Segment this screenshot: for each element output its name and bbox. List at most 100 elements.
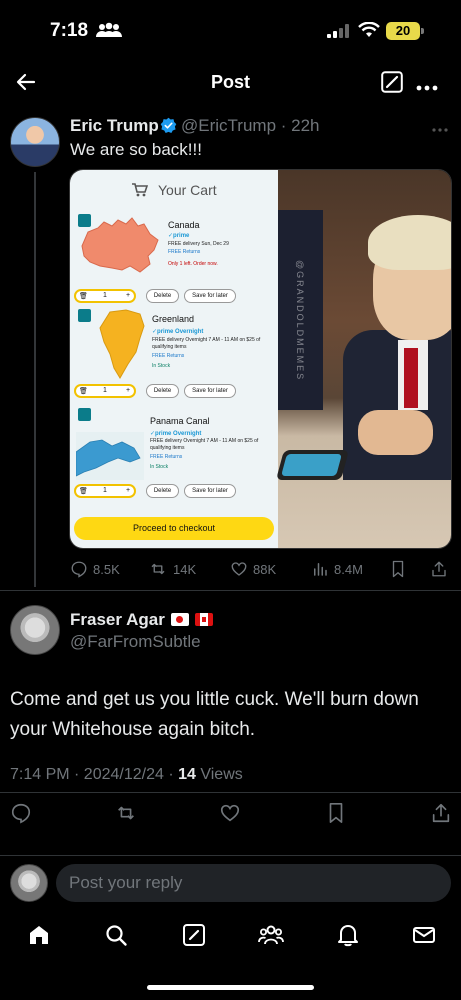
post-image[interactable]: Your Cart Canada ✓prime FREE delivery Su…	[69, 169, 452, 549]
wifi-icon	[358, 21, 380, 43]
save-for-later-button[interactable]: Save for later	[184, 384, 236, 398]
reply-time: 7:14 PM · 2024/12/24 ·	[10, 766, 179, 783]
delete-button[interactable]: Delete	[146, 384, 179, 398]
divider	[0, 590, 461, 591]
returns-text: FREE Returns	[168, 249, 201, 255]
engagement-bar: 8.5K 14K 88K 8.4M	[0, 560, 461, 580]
status-time: 7:18	[50, 20, 89, 41]
item-name: Greenland	[152, 314, 195, 324]
communities-icon[interactable]	[258, 923, 284, 952]
top-nav: Post	[0, 60, 461, 104]
post-menu-icon[interactable]	[432, 119, 448, 137]
own-avatar[interactable]	[10, 864, 48, 902]
grok-compose-icon[interactable]	[381, 71, 403, 98]
qty-value: 1	[103, 487, 107, 494]
share-icon[interactable]	[430, 560, 453, 578]
like-count-text: 88K	[253, 561, 277, 577]
post-text: We are so back!!!	[70, 140, 202, 159]
hair	[368, 215, 451, 270]
reply-count-text: 8.5K	[93, 561, 120, 577]
delivery-text: FREE delivery Overnight 7 AM - 11 AM on …	[150, 438, 259, 451]
handle-text: @EricTrump	[181, 116, 277, 135]
status-bar: 7:18 20	[0, 0, 461, 60]
home-icon[interactable]	[27, 923, 51, 952]
item-name: Canada	[168, 220, 200, 230]
heart-icon	[231, 562, 247, 576]
author-handle: @EricTrump · 22h	[181, 116, 320, 135]
proceed-to-checkout-button[interactable]: Proceed to checkout	[74, 517, 274, 540]
trash-icon[interactable]: 🗑	[79, 487, 88, 495]
clasped-hands	[358, 410, 433, 455]
delivery-text: FREE delivery Overnight 7 AM - 11 AM on …	[152, 337, 261, 350]
stock-text: In Stock	[150, 464, 169, 470]
avatar[interactable]	[10, 117, 60, 167]
panama-map-icon	[76, 432, 144, 480]
stock-text: Only 1 left. Order now.	[168, 261, 218, 267]
cart-icon	[132, 183, 149, 202]
canada-map-icon	[81, 217, 159, 273]
author-name[interactable]: Eric Trump	[70, 116, 159, 136]
reply-author-name[interactable]: Fraser Agar	[70, 610, 165, 630]
prime-badge: ✓prime Overnight	[152, 329, 204, 335]
reply-views-label: Views	[195, 766, 243, 783]
share-icon[interactable]	[430, 802, 452, 829]
battery-nub	[421, 28, 424, 34]
returns-text: FREE Returns	[150, 454, 183, 460]
view-count[interactable]: 8.4M	[311, 560, 363, 578]
delete-button[interactable]: Delete	[146, 484, 179, 498]
greenland-map-icon	[99, 309, 145, 379]
item-checkbox	[78, 408, 91, 421]
heart-icon[interactable]	[219, 802, 241, 829]
reply-timestamp: 7:14 PM · 2024/12/24 · 14 Views	[10, 766, 243, 784]
quantity-stepper[interactable]: 🗑 1 +	[74, 289, 136, 303]
plus-icon[interactable]: +	[126, 292, 130, 299]
grok-icon[interactable]	[182, 923, 206, 952]
notifications-bell-icon[interactable]	[337, 923, 359, 952]
reply-avatar[interactable]	[10, 605, 60, 655]
save-for-later-button[interactable]: Save for later	[184, 484, 236, 498]
repost-icon[interactable]	[114, 802, 138, 829]
stock-text: In Stock	[152, 363, 171, 369]
bottom-tab-bar	[0, 918, 461, 958]
reply-count[interactable]: 8.5K	[70, 560, 120, 578]
divider	[0, 792, 461, 793]
delete-button[interactable]: Delete	[146, 289, 179, 303]
quantity-stepper[interactable]: 🗑 1 +	[74, 484, 136, 498]
delivery-text: FREE delivery Sun, Dec 29	[168, 241, 229, 247]
canada-flag-icon	[195, 613, 213, 626]
post-age: 22h	[291, 116, 320, 135]
views-chart-icon	[314, 563, 327, 576]
save-for-later-button[interactable]: Save for later	[184, 289, 236, 303]
people-icon	[95, 22, 123, 43]
bookmark-icon[interactable]	[390, 560, 411, 578]
view-count-text: 8.4M	[334, 561, 363, 577]
more-options-icon[interactable]	[416, 78, 438, 96]
trash-icon[interactable]: 🗑	[79, 292, 88, 300]
prime-badge: ✓prime	[168, 233, 190, 239]
plus-icon[interactable]: +	[126, 387, 130, 394]
messages-envelope-icon[interactable]	[412, 923, 436, 952]
reply-text: Come and get us you little cuck. We'll b…	[10, 689, 419, 740]
reply-author-handle: @FarFromSubtle	[70, 632, 201, 651]
reply-action-bar	[0, 802, 461, 826]
cellular-signal-icon	[327, 24, 349, 43]
plus-icon[interactable]: +	[126, 487, 130, 494]
phone-screen	[281, 454, 342, 476]
returns-text: FREE Returns	[152, 353, 185, 359]
search-icon[interactable]	[104, 923, 128, 952]
trash-icon[interactable]: 🗑	[79, 387, 88, 395]
cart-title: Your Cart	[158, 182, 217, 198]
like-count[interactable]: 88K	[230, 560, 276, 578]
verified-badge-icon	[160, 117, 177, 139]
watermark: @GRANDOLDMEMES	[295, 260, 305, 382]
bookmark-icon[interactable]	[326, 802, 346, 829]
qty-value: 1	[103, 292, 107, 299]
quantity-stepper[interactable]: 🗑 1 +	[74, 384, 136, 398]
home-indicator	[147, 985, 314, 990]
repost-icon	[151, 563, 165, 575]
reply-input[interactable]: Post your reply	[56, 864, 451, 902]
qty-value: 1	[103, 387, 107, 394]
reply-icon[interactable]	[10, 802, 32, 829]
battery-indicator: 20	[386, 22, 420, 40]
repost-count[interactable]: 14K	[148, 560, 196, 578]
